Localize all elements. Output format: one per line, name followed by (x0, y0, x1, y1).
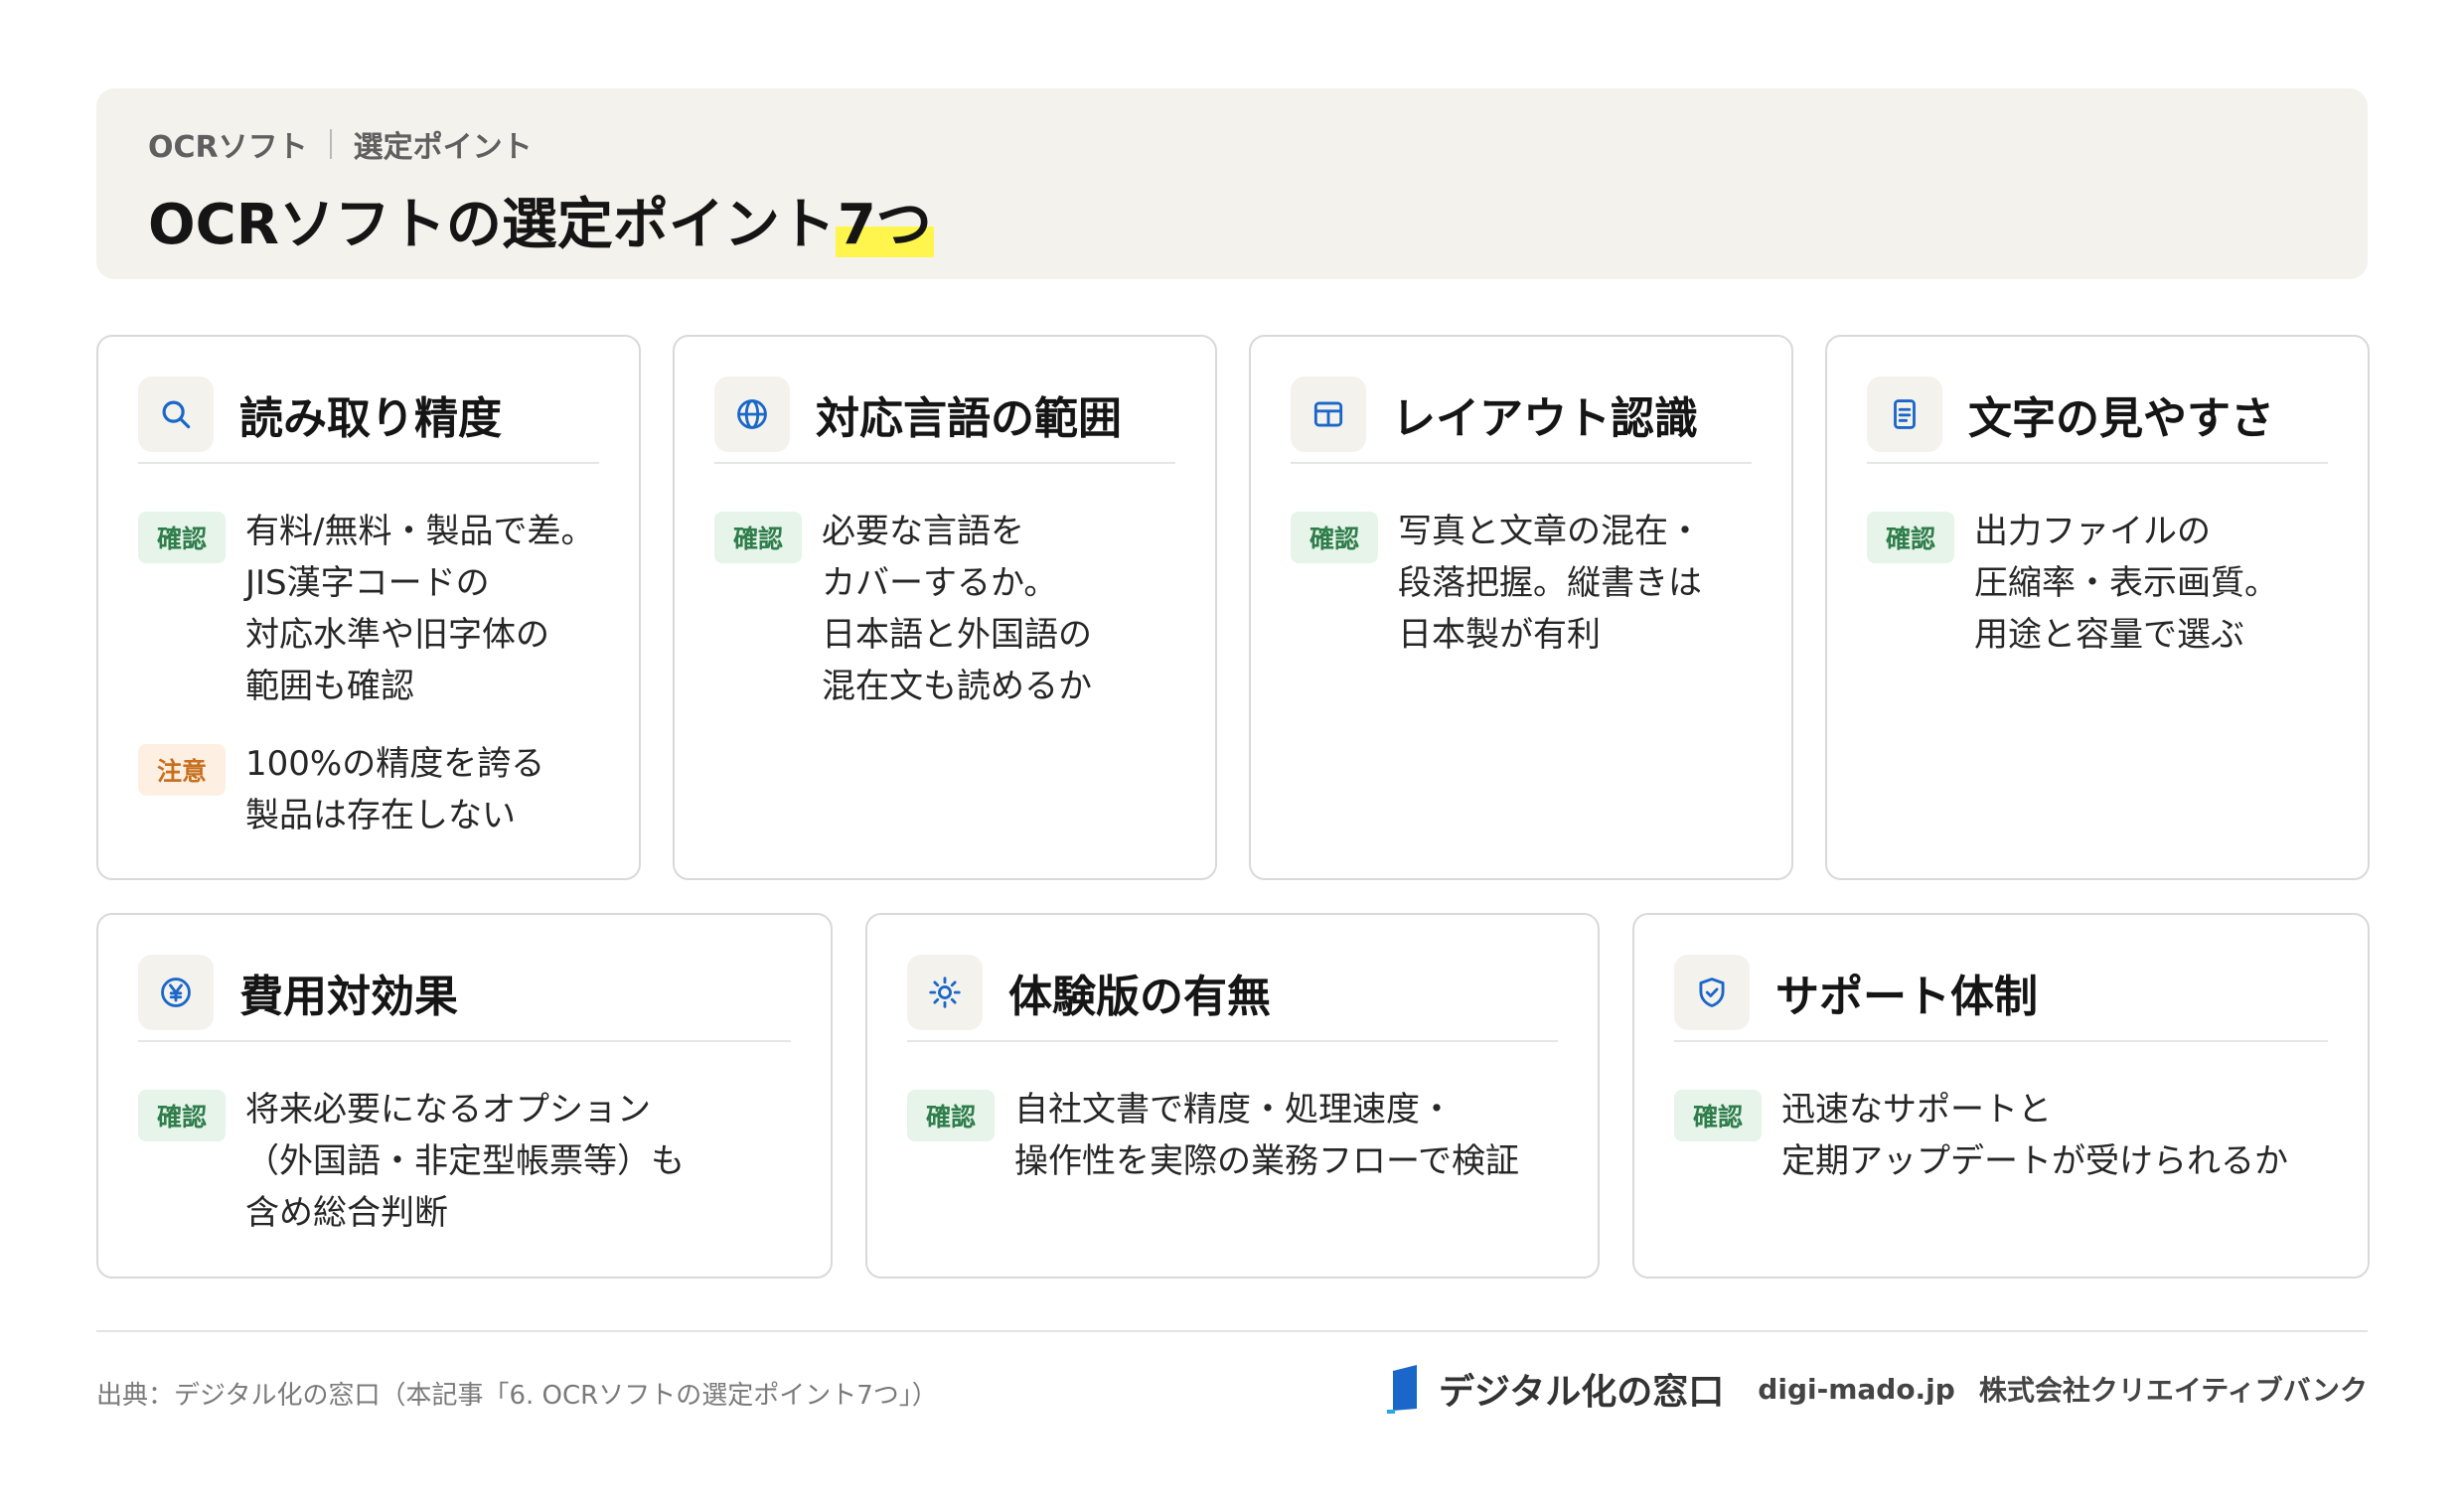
brand-domain-link[interactable]: digi-mado.jp (1758, 1373, 1955, 1406)
card-header: レイアウト認識 (1291, 377, 1752, 464)
card-support-system: サポート体制 確認 迅速なサポートと 定期アップデートが受けられるか (1632, 913, 2370, 1279)
company-name: 株式会社クリエイティブバンク (1978, 1374, 2368, 1407)
layout-icon (1291, 377, 1366, 452)
card-text-readability: 文字の見やすさ 確認 出力ファイルの 圧縮率・表示画質。 用途と容量で選ぶ (1825, 335, 2370, 880)
confirm-badge: 確認 (138, 1090, 226, 1141)
list-item: 確認 有料/無料・製品で差。 JIS漢字コードの 対応水準や旧字体の 範囲も確認 (138, 506, 615, 712)
card-reading-accuracy: 読み取り精度 確認 有料/無料・製品で差。 JIS漢字コードの 対応水準や旧字体… (96, 335, 641, 880)
list-item: 注意 100%の精度を誇る 製品は存在しない (138, 738, 615, 841)
item-text: 将来必要になるオプション （外国語・非定型帳票等）も 含め総合判断 (245, 1090, 685, 1233)
card-title: 体験版の有無 (1008, 972, 1271, 1022)
card-header: 文字の見やすさ (1867, 377, 2328, 464)
sun-icon (907, 955, 983, 1030)
item-text: 迅速なサポートと 定期アップデートが受けられるか (1781, 1090, 2288, 1181)
card-title: 文字の見やすさ (1968, 393, 2274, 444)
list-item: 確認 出力ファイルの 圧縮率・表示画質。 用途と容量で選ぶ (1867, 506, 2344, 661)
item-text: 写真と文章の混在・ 段落把握。縦書きは 日本製が有利 (1398, 512, 1702, 655)
yen-icon (138, 955, 214, 1030)
brand-name: デジタル化の窓口 (1439, 1372, 1725, 1413)
item-text: 必要な言語を カバーするか。 日本語と外国語の 混在文も読めるか (822, 512, 1092, 706)
shield-check-icon (1674, 955, 1750, 1030)
breadcrumb-item-ocr-software[interactable]: OCRソフト (148, 122, 308, 166)
breadcrumb: OCRソフト 選定ポイント (148, 122, 533, 166)
list-item: 確認 将来必要になるオプション （外国語・非定型帳票等）も 含め総合判断 (138, 1084, 807, 1239)
header-panel: OCRソフト 選定ポイント OCRソフトの選定ポイント7つ (96, 88, 2368, 279)
card-title: サポート体制 (1775, 972, 2038, 1022)
item-text: 自社文書で精度・処理速度・ 操作性を実際の業務フローで検証 (1014, 1090, 1519, 1181)
card-title: 読み取り精度 (239, 393, 502, 444)
page-title-highlight: 7つ (835, 193, 934, 257)
list-item: 確認 自社文書で精度・処理速度・ 操作性を実際の業務フローで検証 (907, 1084, 1574, 1187)
card-header: サポート体制 (1674, 955, 2328, 1042)
footer-brand: デジタル化の窓口 digi-mado.jp 株式会社クリエイティブバンク (1385, 1363, 2368, 1415)
card-trial-version: 体験版の有無 確認 自社文書で精度・処理速度・ 操作性を実際の業務フローで検証 (865, 913, 1600, 1279)
breadcrumb-separator (329, 129, 332, 159)
item-text: 出力ファイルの 圧縮率・表示画質。 用途と容量で選ぶ (1974, 512, 2278, 655)
footer-divider (96, 1330, 2368, 1332)
confirm-badge: 確認 (1291, 512, 1378, 563)
confirm-badge: 確認 (1867, 512, 1954, 563)
source-citation: 出典：デジタル化の窓口（本記事「6. OCRソフトの選定ポイント7つ」） (96, 1381, 938, 1411)
list-item: 確認 必要な言語を カバーするか。 日本語と外国語の 混在文も読めるか (714, 506, 1191, 712)
item-text: 有料/無料・製品で差。 JIS漢字コードの 対応水準や旧字体の 範囲も確認 (245, 512, 595, 706)
brand-logo-icon (1387, 1365, 1418, 1414)
card-header: 体験版の有無 (907, 955, 1558, 1042)
card-layout-recognition: レイアウト認識 確認 写真と文章の混在・ 段落把握。縦書きは 日本製が有利 (1249, 335, 1793, 880)
list-item: 確認 写真と文章の混在・ 段落把握。縦書きは 日本製が有利 (1291, 506, 1768, 661)
card-title: レイアウト認識 (1392, 393, 1698, 444)
page-title-main: OCRソフトの選定ポイント (148, 193, 836, 257)
card-title: 費用対効果 (239, 972, 458, 1022)
confirm-badge: 確認 (1674, 1090, 1762, 1141)
confirm-badge: 確認 (714, 512, 802, 563)
caution-badge: 注意 (138, 744, 226, 796)
breadcrumb-item-selection-points[interactable]: 選定ポイント (354, 122, 533, 166)
item-text: 100%の精度を誇る 製品は存在しない (245, 744, 545, 835)
confirm-badge: 確認 (138, 512, 226, 563)
card-header: 費用対効果 (138, 955, 791, 1042)
page-title: OCRソフトの選定ポイント7つ (148, 180, 934, 260)
card-cost-effectiveness: 費用対効果 確認 将来必要になるオプション （外国語・非定型帳票等）も 含め総合… (96, 913, 833, 1279)
card-language-range: 対応言語の範囲 確認 必要な言語を カバーするか。 日本語と外国語の 混在文も読… (673, 335, 1217, 880)
search-icon (138, 377, 214, 452)
document-icon (1867, 377, 1942, 452)
card-header: 読み取り精度 (138, 377, 599, 464)
card-title: 対応言語の範囲 (816, 393, 1122, 444)
list-item: 確認 迅速なサポートと 定期アップデートが受けられるか (1674, 1084, 2344, 1187)
confirm-badge: 確認 (907, 1090, 995, 1141)
card-header: 対応言語の範囲 (714, 377, 1175, 464)
globe-icon (714, 377, 790, 452)
